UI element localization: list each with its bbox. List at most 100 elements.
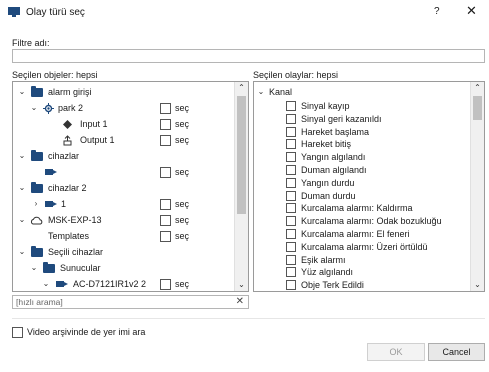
event-label: Yangın algılandı	[301, 152, 366, 163]
event-checkbox[interactable]	[286, 241, 296, 252]
select-checkbox[interactable]	[160, 215, 171, 226]
tree-item-label: Templates	[48, 231, 90, 241]
archive-search-checkbox[interactable]	[12, 327, 23, 338]
scroll-up-icon[interactable]: ⌃	[471, 82, 484, 94]
tree-item-ac-d7121ir1v2-2[interactable]: ⌄ AC-D7121IR1v2 2 seç	[13, 276, 235, 291]
event-item[interactable]: Kurcalama alarmı: El feneri	[254, 228, 470, 241]
select-checkbox[interactable]	[160, 231, 171, 242]
tree-item-alarm-input[interactable]: ⌄ alarm girişi	[13, 84, 235, 100]
select-label: seç	[175, 135, 190, 145]
event-checkbox[interactable]	[286, 190, 296, 201]
folder-icon	[31, 86, 43, 97]
tree-item-devices-2[interactable]: ⌄ cihazlar 2	[13, 180, 235, 196]
chevron-down-icon[interactable]: ⌄	[17, 180, 27, 196]
event-label: Sinyal kayıp	[301, 101, 350, 111]
event-item[interactable]: Hareket bitiş	[254, 138, 470, 151]
event-label: Hareket başlama	[301, 126, 370, 137]
event-item[interactable]: Sinyal kayıp	[254, 100, 470, 113]
chevron-down-icon[interactable]: ⌄	[41, 276, 51, 291]
scroll-down-icon[interactable]: ⌄	[235, 279, 248, 291]
event-checkbox[interactable]	[286, 113, 296, 124]
filter-name-label: Filtre adı:	[12, 38, 50, 48]
event-item[interactable]: Yangın durdu	[254, 177, 470, 190]
chevron-down-icon[interactable]: ⌄	[17, 212, 27, 228]
chevron-down-icon[interactable]: ⌄	[17, 148, 27, 164]
tree-item-label: 1	[61, 199, 67, 209]
folder-icon	[31, 182, 43, 193]
objects-tree[interactable]: ⌄ alarm girişi ⌄ park 2 seç Input 1 seç …	[12, 81, 249, 292]
event-checkbox[interactable]	[286, 216, 296, 227]
event-checkbox[interactable]	[286, 203, 296, 214]
select-checkbox[interactable]	[160, 199, 171, 210]
event-label: Yüz algılandı	[301, 267, 354, 278]
tree-item-msk-exp-13[interactable]: ⌄ MSK-EXP-13 seç	[13, 212, 235, 228]
event-checkbox[interactable]	[286, 126, 296, 137]
cloud-icon	[30, 216, 43, 225]
scrollbar-thumb[interactable]	[237, 96, 246, 214]
event-checkbox[interactable]	[286, 139, 296, 150]
event-item[interactable]: Yüz algılandı	[254, 266, 470, 279]
event-group-channel[interactable]: ⌄ Kanal	[254, 84, 470, 100]
tree-item-park-2[interactable]: ⌄ park 2 seç	[13, 100, 235, 116]
event-item[interactable]: Kurcalama alarmı: Kaldırma	[254, 202, 470, 215]
clear-search-icon[interactable]: ✕	[236, 296, 244, 308]
help-button[interactable]: ?	[434, 6, 440, 17]
event-checkbox[interactable]	[286, 152, 296, 163]
event-checkbox[interactable]	[286, 280, 296, 291]
chevron-down-icon[interactable]: ⌄	[29, 260, 39, 276]
select-label: seç	[175, 119, 190, 129]
event-item[interactable]: Hareket başlama	[254, 126, 470, 139]
tree-item-servers[interactable]: ⌄ Sunucular	[13, 260, 235, 276]
tree-item-output-1[interactable]: Output 1 seç	[13, 132, 235, 148]
selected-events-label: Seçilen olaylar: hepsi	[253, 70, 339, 80]
objects-scrollbar[interactable]: ⌃ ⌄	[234, 82, 248, 291]
tree-item-templates[interactable]: Templates seç	[13, 228, 235, 244]
chevron-down-icon[interactable]: ⌄	[29, 100, 39, 116]
tree-item-1[interactable]: › 1 seç	[13, 196, 235, 212]
quick-search-input[interactable]: [hızlı arama] ✕	[12, 295, 249, 309]
event-item[interactable]: Yangın algılandı	[254, 151, 470, 164]
event-checkbox[interactable]	[286, 101, 296, 111]
tree-item-camera[interactable]: seç	[13, 164, 235, 180]
event-checkbox[interactable]	[286, 254, 296, 265]
ok-button[interactable]: OK	[367, 343, 425, 361]
event-item[interactable]: Obje Terk Edildi	[254, 279, 470, 291]
chevron-down-icon[interactable]: ⌄	[17, 84, 27, 100]
events-scrollbar[interactable]: ⌃ ⌄	[470, 82, 484, 291]
tree-item-input-1[interactable]: Input 1 seç	[13, 116, 235, 132]
select-checkbox[interactable]	[160, 135, 171, 146]
event-group-label: Kanal	[269, 87, 293, 97]
selected-objects-label: Seçilen objeler: hepsi	[12, 70, 98, 80]
scrollbar-thumb[interactable]	[473, 96, 482, 120]
select-label: seç	[175, 199, 190, 209]
event-item[interactable]: Kurcalama alarmı: Odak bozukluğu	[254, 215, 470, 228]
event-label: Hareket bitiş	[301, 139, 352, 150]
select-checkbox[interactable]	[160, 103, 171, 114]
select-checkbox[interactable]	[160, 167, 171, 178]
cancel-button[interactable]: Cancel	[428, 343, 485, 361]
events-tree[interactable]: ⌄ Kanal Sinyal kayıp Sinyal geri kazanıld…	[253, 81, 485, 292]
event-checkbox[interactable]	[286, 267, 296, 278]
event-item[interactable]: Duman durdu	[254, 190, 470, 203]
folder-icon	[31, 150, 43, 161]
event-label: Duman algılandı	[301, 165, 367, 175]
event-item[interactable]: Duman algılandı	[254, 164, 470, 177]
event-checkbox[interactable]	[286, 165, 296, 175]
event-checkbox[interactable]	[286, 177, 296, 188]
chevron-down-icon[interactable]: ⌄	[256, 84, 266, 100]
event-item[interactable]: Sinyal geri kazanıldı	[254, 113, 470, 126]
event-item[interactable]: Kurcalama alarmı: Üzeri örtüldü	[254, 241, 470, 254]
scroll-up-icon[interactable]: ⌃	[235, 82, 248, 94]
event-checkbox[interactable]	[286, 229, 296, 239]
select-checkbox[interactable]	[160, 279, 171, 290]
close-button[interactable]: ✕	[466, 4, 477, 17]
select-checkbox[interactable]	[160, 119, 171, 130]
select-label: seç	[175, 167, 190, 177]
filter-name-input[interactable]	[12, 49, 485, 63]
chevron-right-icon[interactable]: ›	[31, 196, 41, 212]
tree-item-devices[interactable]: ⌄ cihazlar	[13, 148, 235, 164]
chevron-down-icon[interactable]: ⌄	[17, 244, 27, 260]
scroll-down-icon[interactable]: ⌄	[471, 279, 484, 291]
tree-item-selected-devices[interactable]: ⌄ Seçili cihazlar	[13, 244, 235, 260]
event-item[interactable]: Eşik alarmı	[254, 254, 470, 267]
